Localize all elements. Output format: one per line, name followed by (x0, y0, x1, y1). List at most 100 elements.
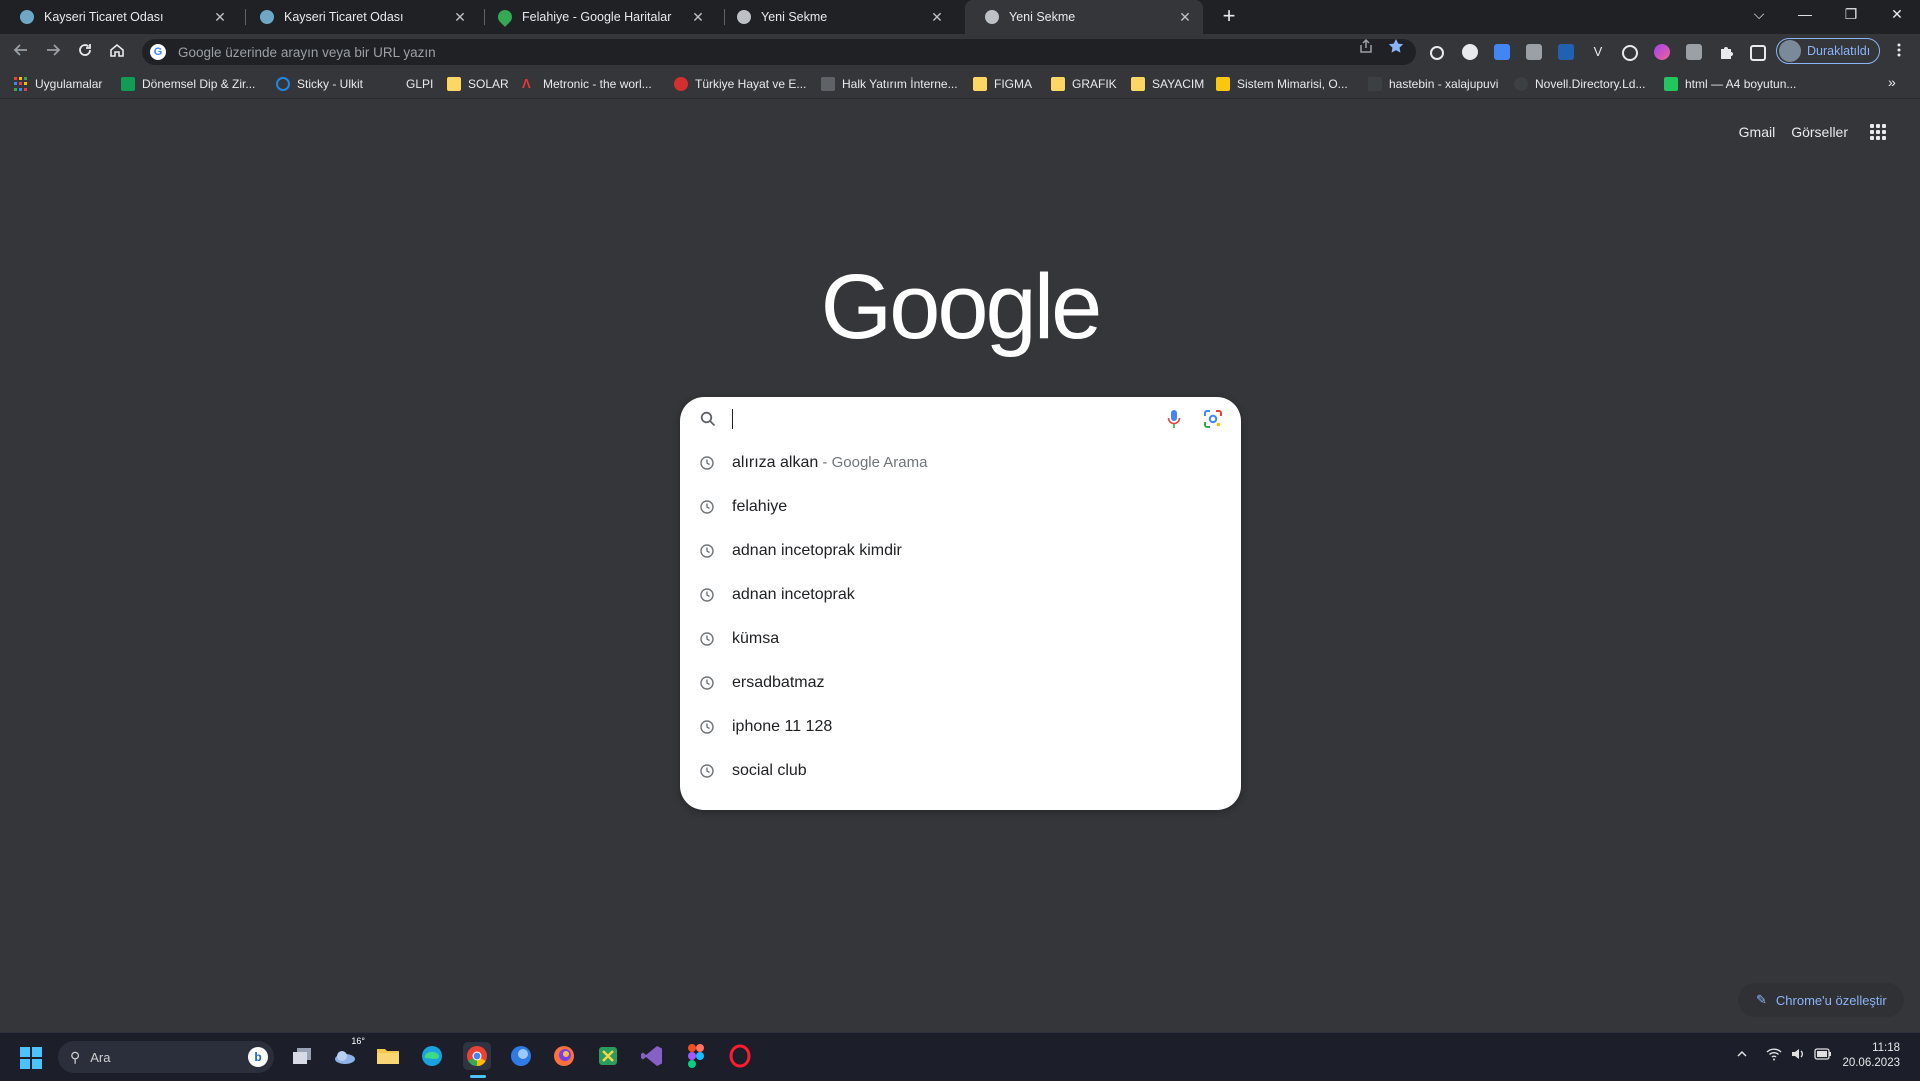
restore-button[interactable]: ❐ (1828, 0, 1874, 30)
close-icon[interactable]: ✕ (212, 9, 228, 26)
extension-colorful-icon[interactable] (1654, 44, 1670, 60)
profile-button[interactable]: Duraklatıldı (1776, 38, 1880, 64)
volume-icon[interactable] (1790, 1047, 1806, 1064)
omnibox-input[interactable] (176, 43, 1280, 61)
camera-icon[interactable] (1686, 44, 1702, 60)
bookmark-label: SAYACIM (1152, 77, 1205, 91)
side-panel-icon[interactable] (1750, 45, 1766, 61)
extension-v-icon[interactable]: V (1590, 44, 1606, 60)
tab-new-1[interactable]: Yeni Sekme ✕ (717, 0, 955, 34)
bookmark-item[interactable]: hastebin - xalajupuvi (1368, 75, 1498, 93)
extension-doc-icon[interactable] (1526, 44, 1542, 60)
blue-app-icon[interactable] (507, 1042, 535, 1070)
tab-kayseri-2[interactable]: Kayseri Ticaret Odası ✕ (240, 0, 478, 34)
bookmark-folder[interactable]: FIGMA (973, 75, 1032, 93)
bookmark-label: html — A4 boyutun... (1685, 77, 1797, 91)
figma-icon[interactable] (682, 1042, 710, 1070)
bookmark-label: Uygulamalar (35, 77, 103, 91)
taskbar: ⚲ Ara b 16° 11:18 20.06.2023 (0, 1032, 1920, 1081)
google-lens-icon[interactable] (1203, 409, 1223, 429)
sheet-icon (121, 77, 135, 91)
maps-pin-icon (495, 7, 515, 27)
wifi-icon[interactable] (1766, 1047, 1782, 1064)
suggestion-item[interactable]: felahiye (680, 485, 1241, 529)
bookmark-folder[interactable]: SOLAR (447, 75, 509, 93)
bookmark-folder[interactable]: SAYACIM (1131, 75, 1204, 93)
history-clock-icon (700, 764, 714, 778)
extension-react-icon[interactable] (1430, 46, 1444, 60)
extension-blue-icon[interactable] (1558, 44, 1574, 60)
search-input-row[interactable] (680, 397, 1241, 441)
puzzle-icon[interactable] (1718, 44, 1734, 60)
close-icon[interactable]: ✕ (1177, 9, 1193, 26)
suggestion-item[interactable]: kümsa (680, 617, 1241, 661)
close-icon[interactable]: ✕ (690, 9, 706, 26)
bookmark-item[interactable]: html — A4 boyutun... (1664, 75, 1796, 93)
menu-button[interactable] (1886, 39, 1912, 65)
bookmark-item[interactable]: Türkiye Hayat ve E... (674, 75, 806, 93)
extension-shield-icon[interactable] (1494, 44, 1510, 60)
search-box[interactable]: alırıza alkan - Google Arama felahiye ad… (680, 397, 1241, 810)
close-icon[interactable]: ✕ (452, 9, 468, 26)
customize-chrome-button[interactable]: ✎ Chrome'u özelleştir (1738, 983, 1904, 1017)
bookmark-item[interactable]: Halk Yatırım İnterne... (821, 75, 958, 93)
suggestion-item[interactable]: iphone 11 128 (680, 705, 1241, 749)
share-icon[interactable] (1358, 38, 1374, 58)
bookmark-folder[interactable]: GRAFIK (1051, 75, 1117, 93)
tab-kayseri-1[interactable]: Kayseri Ticaret Odası ✕ (0, 0, 238, 34)
search-icon: ⚲ (70, 1048, 81, 1065)
system-clock[interactable]: 11:18 20.06.2023 (1842, 1041, 1900, 1071)
google-logo: Google (820, 256, 1103, 358)
weather-widget-icon[interactable]: 16° (331, 1036, 365, 1070)
bookmark-item[interactable]: Dönemsel Dip & Zir... (121, 75, 255, 93)
bookmark-apps[interactable]: Uygulamalar (14, 75, 102, 93)
bookmark-item[interactable]: Sticky - Ulkit (276, 75, 363, 93)
bookmark-item[interactable]: Novell.Directory.Ld... (1514, 75, 1645, 93)
reload-button[interactable] (72, 39, 98, 65)
chrome-taskbar-icon[interactable] (463, 1042, 491, 1070)
forward-button[interactable] (40, 39, 66, 65)
windows-start-icon[interactable] (20, 1047, 42, 1069)
new-tab-button[interactable]: + (1216, 4, 1242, 30)
task-view-icon[interactable] (288, 1042, 316, 1070)
edge-icon[interactable] (418, 1042, 446, 1070)
bookmark-item[interactable]: Sistem Mimarisi, O... (1216, 75, 1348, 93)
suggestion-item[interactable]: alırıza alkan - Google Arama (680, 441, 1241, 485)
battery-icon[interactable] (1814, 1047, 1832, 1063)
bookmark-item[interactable]: GLPI (385, 75, 433, 93)
window-close-button[interactable]: ✕ (1874, 0, 1920, 30)
microphone-icon[interactable] (1167, 409, 1181, 429)
green-app-icon[interactable] (594, 1042, 622, 1070)
google-apps-icon[interactable] (1870, 124, 1886, 140)
bookmarks-overflow-button[interactable]: » (1888, 74, 1896, 90)
opera-icon[interactable] (726, 1042, 754, 1070)
suggestion-item[interactable]: ersadbatmaz (680, 661, 1241, 705)
bookmark-star-icon[interactable] (1388, 38, 1404, 58)
gmail-link[interactable]: Gmail (1739, 124, 1776, 140)
taskbar-search[interactable]: ⚲ Ara b (58, 1041, 274, 1073)
firefox-icon[interactable] (550, 1042, 578, 1070)
home-button[interactable] (104, 39, 130, 65)
back-button[interactable] (8, 39, 34, 65)
extension-grammar-icon[interactable] (1462, 44, 1478, 60)
bookmark-item[interactable]: Λ Metronic - the worl... (522, 75, 652, 93)
images-link[interactable]: Görseller (1791, 124, 1848, 140)
suggestion-item[interactable]: adnan incetoprak kimdir (680, 529, 1241, 573)
bookmark-label: Türkiye Hayat ve E... (695, 77, 807, 91)
file-explorer-icon[interactable] (374, 1042, 402, 1070)
visual-studio-icon[interactable] (638, 1042, 666, 1070)
history-clock-icon (700, 632, 714, 646)
omnibox[interactable]: G (142, 39, 1416, 65)
tab-new-active[interactable]: Yeni Sekme ✕ (965, 0, 1203, 34)
chevron-up-icon[interactable] (1736, 1047, 1748, 1063)
suggestion-text: felahiye (732, 498, 788, 515)
bing-icon[interactable]: b (248, 1047, 268, 1067)
close-icon[interactable]: ✕ (929, 9, 945, 26)
minimize-button[interactable]: — (1782, 0, 1828, 30)
suggestion-subtext: - Google Arama (818, 454, 928, 471)
tab-google-maps[interactable]: Felahiye - Google Haritalar ✕ (478, 0, 716, 34)
suggestion-item[interactable]: adnan incetoprak (680, 573, 1241, 617)
tab-search-button[interactable]: ⌵ (1736, 0, 1782, 30)
suggestion-item[interactable]: social club (680, 749, 1241, 793)
extension-circle-icon[interactable] (1622, 45, 1638, 61)
